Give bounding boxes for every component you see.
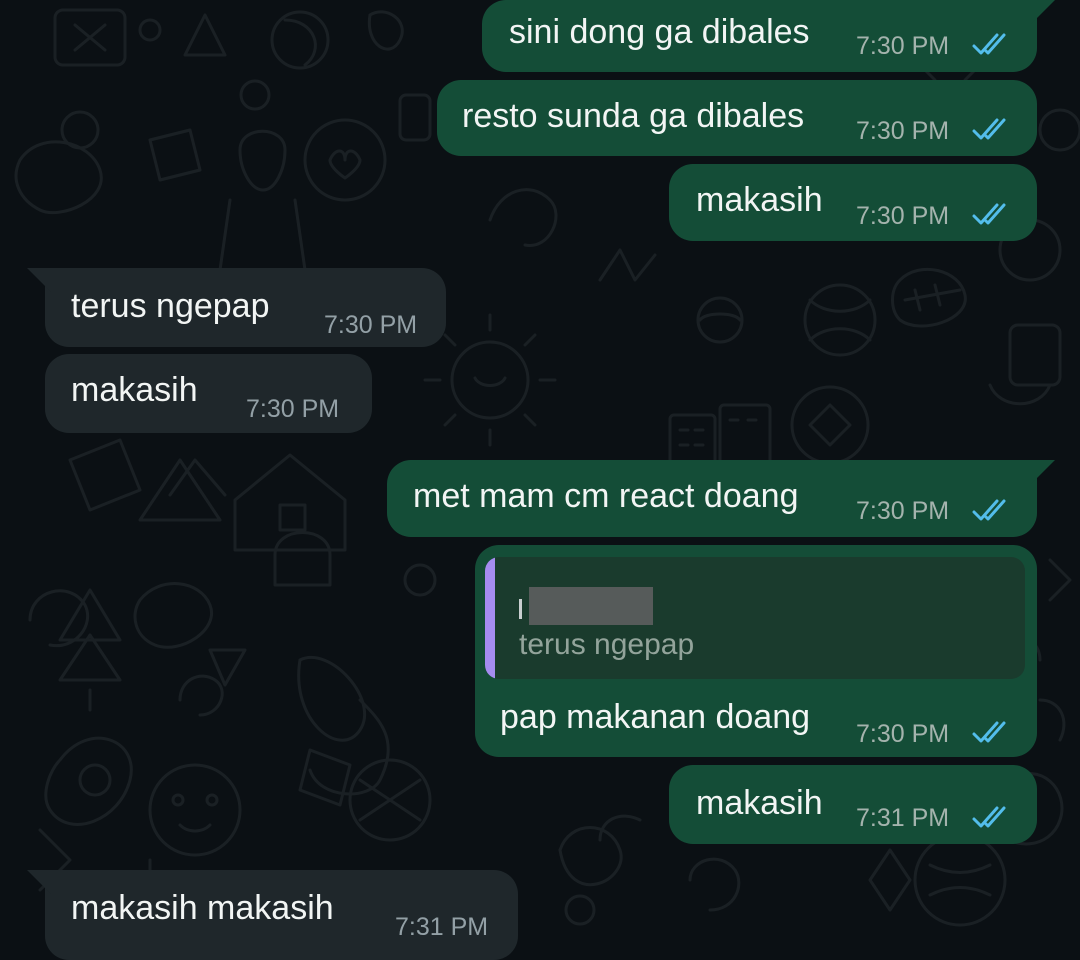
message-timestamp: 7:31 PM xyxy=(856,804,950,832)
outgoing-message[interactable]: met mam cm react doang 7:30 PM xyxy=(387,460,1055,537)
message-timestamp: 7:31 PM xyxy=(395,913,489,941)
message-timestamp: 7:30 PM xyxy=(856,117,950,145)
message-text: resto sunda ga dibales xyxy=(462,97,805,135)
double-check-icon xyxy=(972,203,1006,225)
incoming-message[interactable]: terus ngepap 7:30 PM xyxy=(27,268,446,347)
redacted-sender-name xyxy=(529,587,653,625)
message-text: makasih xyxy=(696,784,823,822)
message-text: met mam cm react doang xyxy=(413,477,799,515)
quoted-sender-name xyxy=(519,599,522,619)
message-text: sini dong ga dibales xyxy=(509,13,810,51)
message-text: terus ngepap xyxy=(71,287,270,325)
double-check-icon xyxy=(972,33,1006,55)
double-check-icon xyxy=(972,721,1006,743)
double-check-icon xyxy=(972,806,1006,828)
quote-accent-bar xyxy=(485,557,495,679)
message-text: makasih xyxy=(696,181,823,219)
message-timestamp: 7:30 PM xyxy=(856,202,950,230)
quoted-message[interactable]: terus ngepap xyxy=(485,557,1025,679)
outgoing-message[interactable]: makasih 7:30 PM xyxy=(669,164,1037,241)
conversation-thread: sini dong ga dibales 7:30 PM resto sunda… xyxy=(0,0,1080,960)
message-text: makasih xyxy=(71,371,198,409)
message-timestamp: 7:30 PM xyxy=(856,497,950,525)
double-check-icon xyxy=(972,118,1006,140)
outgoing-message[interactable]: makasih 7:31 PM xyxy=(669,765,1037,844)
outgoing-message[interactable]: sini dong ga dibales 7:30 PM xyxy=(482,0,1055,72)
incoming-message[interactable]: makasih makasih 7:31 PM xyxy=(27,870,518,960)
message-timestamp: 7:30 PM xyxy=(856,32,950,60)
message-timestamp: 7:30 PM xyxy=(856,720,950,748)
quoted-message-text: terus ngepap xyxy=(519,628,695,661)
message-text: makasih makasih xyxy=(71,889,334,927)
outgoing-message[interactable]: resto sunda ga dibales 7:30 PM xyxy=(437,80,1037,156)
message-timestamp: 7:30 PM xyxy=(324,311,418,339)
incoming-message[interactable]: makasih 7:30 PM xyxy=(45,354,372,433)
outgoing-reply-message[interactable]: terus ngepap pap makanan doang 7:30 PM xyxy=(475,545,1037,757)
double-check-icon xyxy=(972,499,1006,521)
message-timestamp: 7:30 PM xyxy=(246,395,340,423)
message-text: pap makanan doang xyxy=(500,698,811,736)
